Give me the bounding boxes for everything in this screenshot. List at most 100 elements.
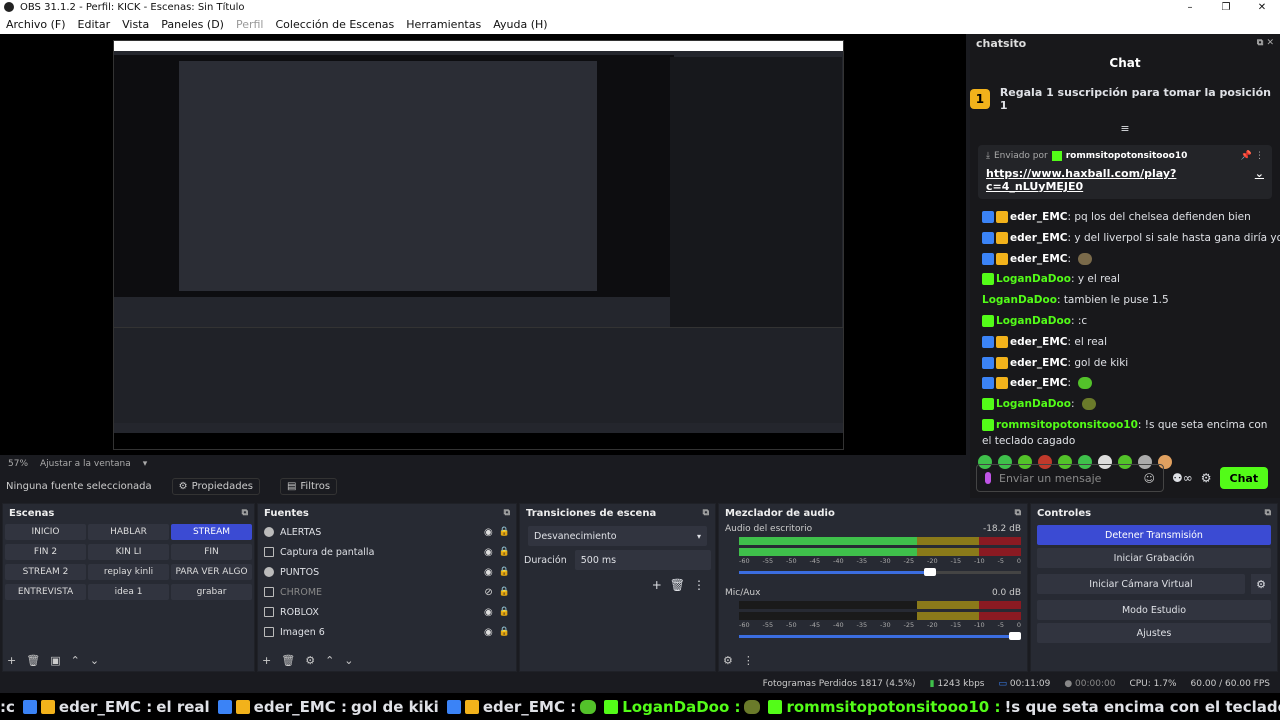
trash-icon[interactable]: 🗑 xyxy=(26,654,40,667)
volume-slider[interactable] xyxy=(739,568,1021,576)
stop-stream-button[interactable]: Detener Transmisión xyxy=(1037,525,1271,545)
eye-icon[interactable]: ◉ xyxy=(484,527,493,538)
add-icon[interactable]: + xyxy=(262,654,271,667)
menu-ayuda[interactable]: Ayuda (H) xyxy=(487,18,553,31)
advanced-audio-icon[interactable]: ⚙ xyxy=(723,654,733,667)
lock-icon[interactable]: 🔒 xyxy=(499,527,510,537)
fit-window-label[interactable]: Ajustar a la ventana xyxy=(40,459,131,469)
source-item[interactable]: ALERTAS ◉ 🔒 xyxy=(258,522,516,542)
add-icon[interactable]: + xyxy=(652,578,662,592)
expand-banner-icon[interactable]: ≡ xyxy=(970,122,1280,135)
lock-icon[interactable]: 🔒 xyxy=(499,627,510,637)
microphone-icon[interactable] xyxy=(985,472,991,484)
chat-username[interactable]: eder_EMC xyxy=(1010,357,1068,369)
volume-slider[interactable] xyxy=(739,632,1021,640)
dock-float-icon[interactable]: ⧉ ✕ xyxy=(1257,38,1280,48)
source-item[interactable]: PUNTOS ◉ 🔒 xyxy=(258,562,516,582)
chat-username[interactable]: rommsitopotonsitooo10 xyxy=(996,419,1138,431)
eye-icon[interactable]: ◉ xyxy=(484,567,493,578)
gear-icon[interactable]: ⚙ xyxy=(305,654,315,667)
scene-button[interactable]: KIN LI xyxy=(88,544,169,560)
settings-icon[interactable]: ⚙ xyxy=(1201,471,1212,485)
chat-username[interactable]: eder_EMC xyxy=(1010,232,1068,244)
chat-username[interactable]: eder_EMC xyxy=(1010,211,1068,223)
trash-icon[interactable]: 🗑 xyxy=(670,578,685,592)
chevron-down-icon[interactable]: ⌄ xyxy=(90,654,99,667)
chat-username[interactable]: LoganDaDoo xyxy=(996,398,1071,410)
start-virtual-cam-button[interactable]: Iniciar Cámara Virtual xyxy=(1037,574,1245,594)
chat-send-button[interactable]: Chat xyxy=(1219,467,1269,489)
minimize-button[interactable]: – xyxy=(1172,2,1208,13)
transition-select[interactable]: Desvanecimiento ▾ xyxy=(528,526,707,546)
gift-sub-banner[interactable]: 1 Regala 1 suscripción para tomar la pos… xyxy=(970,76,1280,122)
scene-button[interactable]: idea 1 xyxy=(88,584,169,600)
scene-button[interactable]: INICIO xyxy=(5,524,86,540)
dock-float-icon[interactable]: ⧉ xyxy=(703,508,715,518)
scene-button[interactable]: PARA VER ALGO xyxy=(171,564,252,580)
gear-icon[interactable]: ⚙ xyxy=(1251,574,1271,594)
scene-button[interactable]: STREAM xyxy=(171,524,252,540)
users-icon[interactable]: ⚉∞ xyxy=(1172,471,1193,485)
settings-button[interactable]: Ajustes xyxy=(1037,623,1271,643)
chat-username[interactable]: eder_EMC xyxy=(1010,253,1068,265)
duration-input[interactable]: 500 ms xyxy=(574,550,711,570)
scene-button[interactable]: grabar xyxy=(171,584,252,600)
emoji-icon[interactable]: ☺ xyxy=(1144,472,1155,485)
chat-username[interactable]: eder_EMC xyxy=(1010,336,1068,348)
pinned-link[interactable]: https://www.haxball.com/play?c=4_nLUyMEJ… xyxy=(986,167,1264,193)
scene-button[interactable]: FIN xyxy=(171,544,252,560)
chat-message-input[interactable]: Enviar un mensaje ☺ xyxy=(976,464,1164,492)
menu-editar[interactable]: Editar xyxy=(72,18,117,31)
trash-icon[interactable]: 🗑 xyxy=(281,654,295,667)
scene-button[interactable]: ENTREVISTA xyxy=(5,584,86,600)
lock-icon[interactable]: 🔒 xyxy=(499,607,510,617)
eye-icon[interactable]: ◉ xyxy=(484,547,493,558)
chevron-down-icon[interactable]: ▾ xyxy=(143,459,148,469)
dock-float-icon[interactable]: ⧉ xyxy=(1015,508,1027,518)
scene-button[interactable]: FIN 2 xyxy=(5,544,86,560)
dock-float-icon[interactable]: ⧉ xyxy=(504,508,516,518)
chevron-down-icon[interactable]: ⌄ xyxy=(1255,167,1264,193)
eye-icon[interactable]: ◉ xyxy=(484,607,493,618)
start-recording-button[interactable]: Iniciar Grabación xyxy=(1037,548,1271,568)
chat-username[interactable]: LoganDaDoo xyxy=(982,294,1057,306)
pinned-link-text[interactable]: https://www.haxball.com/play?c=4_nLUyMEJ… xyxy=(986,167,1255,193)
lock-icon[interactable]: 🔒 xyxy=(499,547,510,557)
eye-off-icon[interactable]: ⊘ xyxy=(484,587,492,598)
menu-perfil[interactable]: Perfil xyxy=(230,18,270,31)
menu-herramientas[interactable]: Herramientas xyxy=(400,18,487,31)
zoom-value[interactable]: 57% xyxy=(8,459,28,469)
chevron-up-icon[interactable]: ⌃ xyxy=(71,654,80,667)
source-item[interactable]: CHROME ⊘ 🔒 xyxy=(258,582,516,602)
program-preview[interactable] xyxy=(0,34,966,455)
slider-knob[interactable] xyxy=(1009,632,1021,640)
scene-button[interactable]: HABLAR xyxy=(88,524,169,540)
dock-float-icon[interactable]: ⧉ xyxy=(1265,508,1277,518)
scene-button[interactable]: STREAM 2 xyxy=(5,564,86,580)
source-item[interactable]: Imagen 6 ◉ 🔒 xyxy=(258,622,516,642)
pin-icon[interactable]: 📌 ⋮ xyxy=(1241,151,1264,161)
menu-vista[interactable]: Vista xyxy=(116,18,155,31)
chat-username[interactable]: LoganDaDoo xyxy=(996,315,1071,327)
source-item[interactable]: Captura de pantalla ◉ 🔒 xyxy=(258,542,516,562)
scene-button[interactable]: replay kinli xyxy=(88,564,169,580)
lock-icon[interactable]: 🔒 xyxy=(499,587,510,597)
more-icon[interactable]: ⋮ xyxy=(743,654,754,667)
maximize-button[interactable]: ❐ xyxy=(1208,2,1244,13)
menu-archivo[interactable]: Archivo (F) xyxy=(0,18,72,31)
chevron-down-icon[interactable]: ⌄ xyxy=(344,654,353,667)
close-button[interactable]: ✕ xyxy=(1244,2,1280,13)
menu-coleccion-escenas[interactable]: Colección de Escenas xyxy=(270,18,401,31)
slider-knob[interactable] xyxy=(924,568,937,576)
chevron-up-icon[interactable]: ⌃ xyxy=(325,654,334,667)
filters-button[interactable]: ▤ Filtros xyxy=(279,477,338,495)
properties-button[interactable]: ⚙ Propiedades xyxy=(171,477,260,495)
filters-icon[interactable]: ▣ xyxy=(50,654,60,667)
studio-mode-button[interactable]: Modo Estudio xyxy=(1037,600,1271,620)
dock-float-icon[interactable]: ⧉ xyxy=(242,508,254,518)
eye-icon[interactable]: ◉ xyxy=(484,627,493,638)
chat-username[interactable]: LoganDaDoo xyxy=(996,273,1071,285)
add-icon[interactable]: + xyxy=(7,654,16,667)
chat-username[interactable]: eder_EMC xyxy=(1010,377,1068,389)
menu-paneles[interactable]: Paneles (D) xyxy=(155,18,230,31)
